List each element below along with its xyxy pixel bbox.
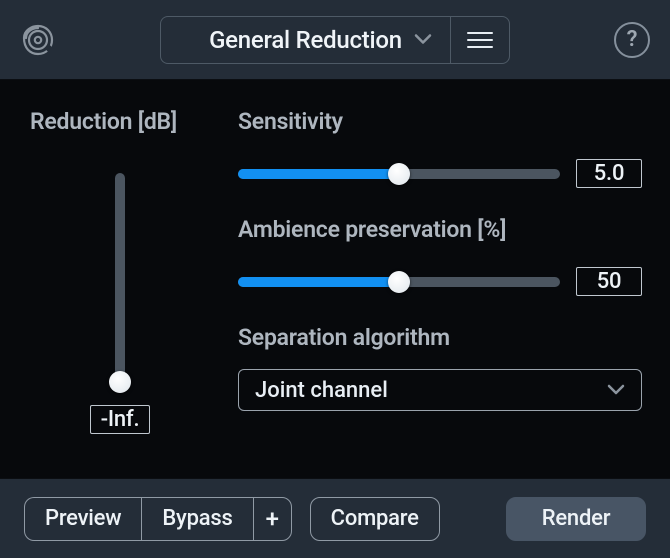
sensitivity-slider[interactable] [238,169,560,179]
sensitivity-label: Sensitivity [238,108,642,135]
main-panel: Reduction [dB] -Inf. Sensitivity 5.0 Amb… [0,80,670,478]
hamburger-icon [467,32,493,48]
add-button[interactable]: + [253,497,292,541]
render-button[interactable]: Render [506,497,646,541]
sensitivity-block: Sensitivity 5.0 [238,108,642,188]
question-mark-icon: ? [627,27,638,52]
separation-dropdown-value: Joint channel [255,378,388,403]
bypass-button[interactable]: Bypass [141,497,252,541]
slider-thumb[interactable] [388,163,410,185]
preview-button[interactable]: Preview [24,497,141,541]
footer-bar: Preview Bypass + Compare Render [0,478,670,558]
separation-block: Separation algorithm Joint channel [238,324,642,411]
reduction-section: Reduction [dB] -Inf. [30,108,210,478]
help-button[interactable]: ? [614,22,650,58]
compare-button[interactable]: Compare [310,497,440,541]
sensitivity-value[interactable]: 5.0 [576,159,642,188]
menu-button[interactable] [450,16,510,64]
reduction-value[interactable]: -Inf. [90,405,151,434]
params-section: Sensitivity 5.0 Ambience preservation [%… [210,108,670,478]
slider-thumb[interactable] [388,271,410,293]
preset-dropdown[interactable]: General Reduction [160,16,450,64]
reduction-slider[interactable] [115,173,125,383]
top-bar: General Reduction ? [0,0,670,80]
brand-logo-icon [16,18,60,62]
ambience-slider[interactable] [238,277,560,287]
slider-thumb[interactable] [109,371,131,393]
ambience-label: Ambience preservation [%] [238,216,642,243]
separation-label: Separation algorithm [238,324,642,351]
chevron-down-icon [607,381,625,400]
reduction-label: Reduction [dB] [30,108,177,135]
preset-controls: General Reduction [160,16,510,64]
ambience-value[interactable]: 50 [576,267,642,296]
preview-group: Preview Bypass + [24,497,292,541]
chevron-down-icon [414,30,432,49]
separation-dropdown[interactable]: Joint channel [238,369,642,411]
preset-dropdown-label: General Reduction [209,26,402,54]
ambience-block: Ambience preservation [%] 50 [238,216,642,296]
